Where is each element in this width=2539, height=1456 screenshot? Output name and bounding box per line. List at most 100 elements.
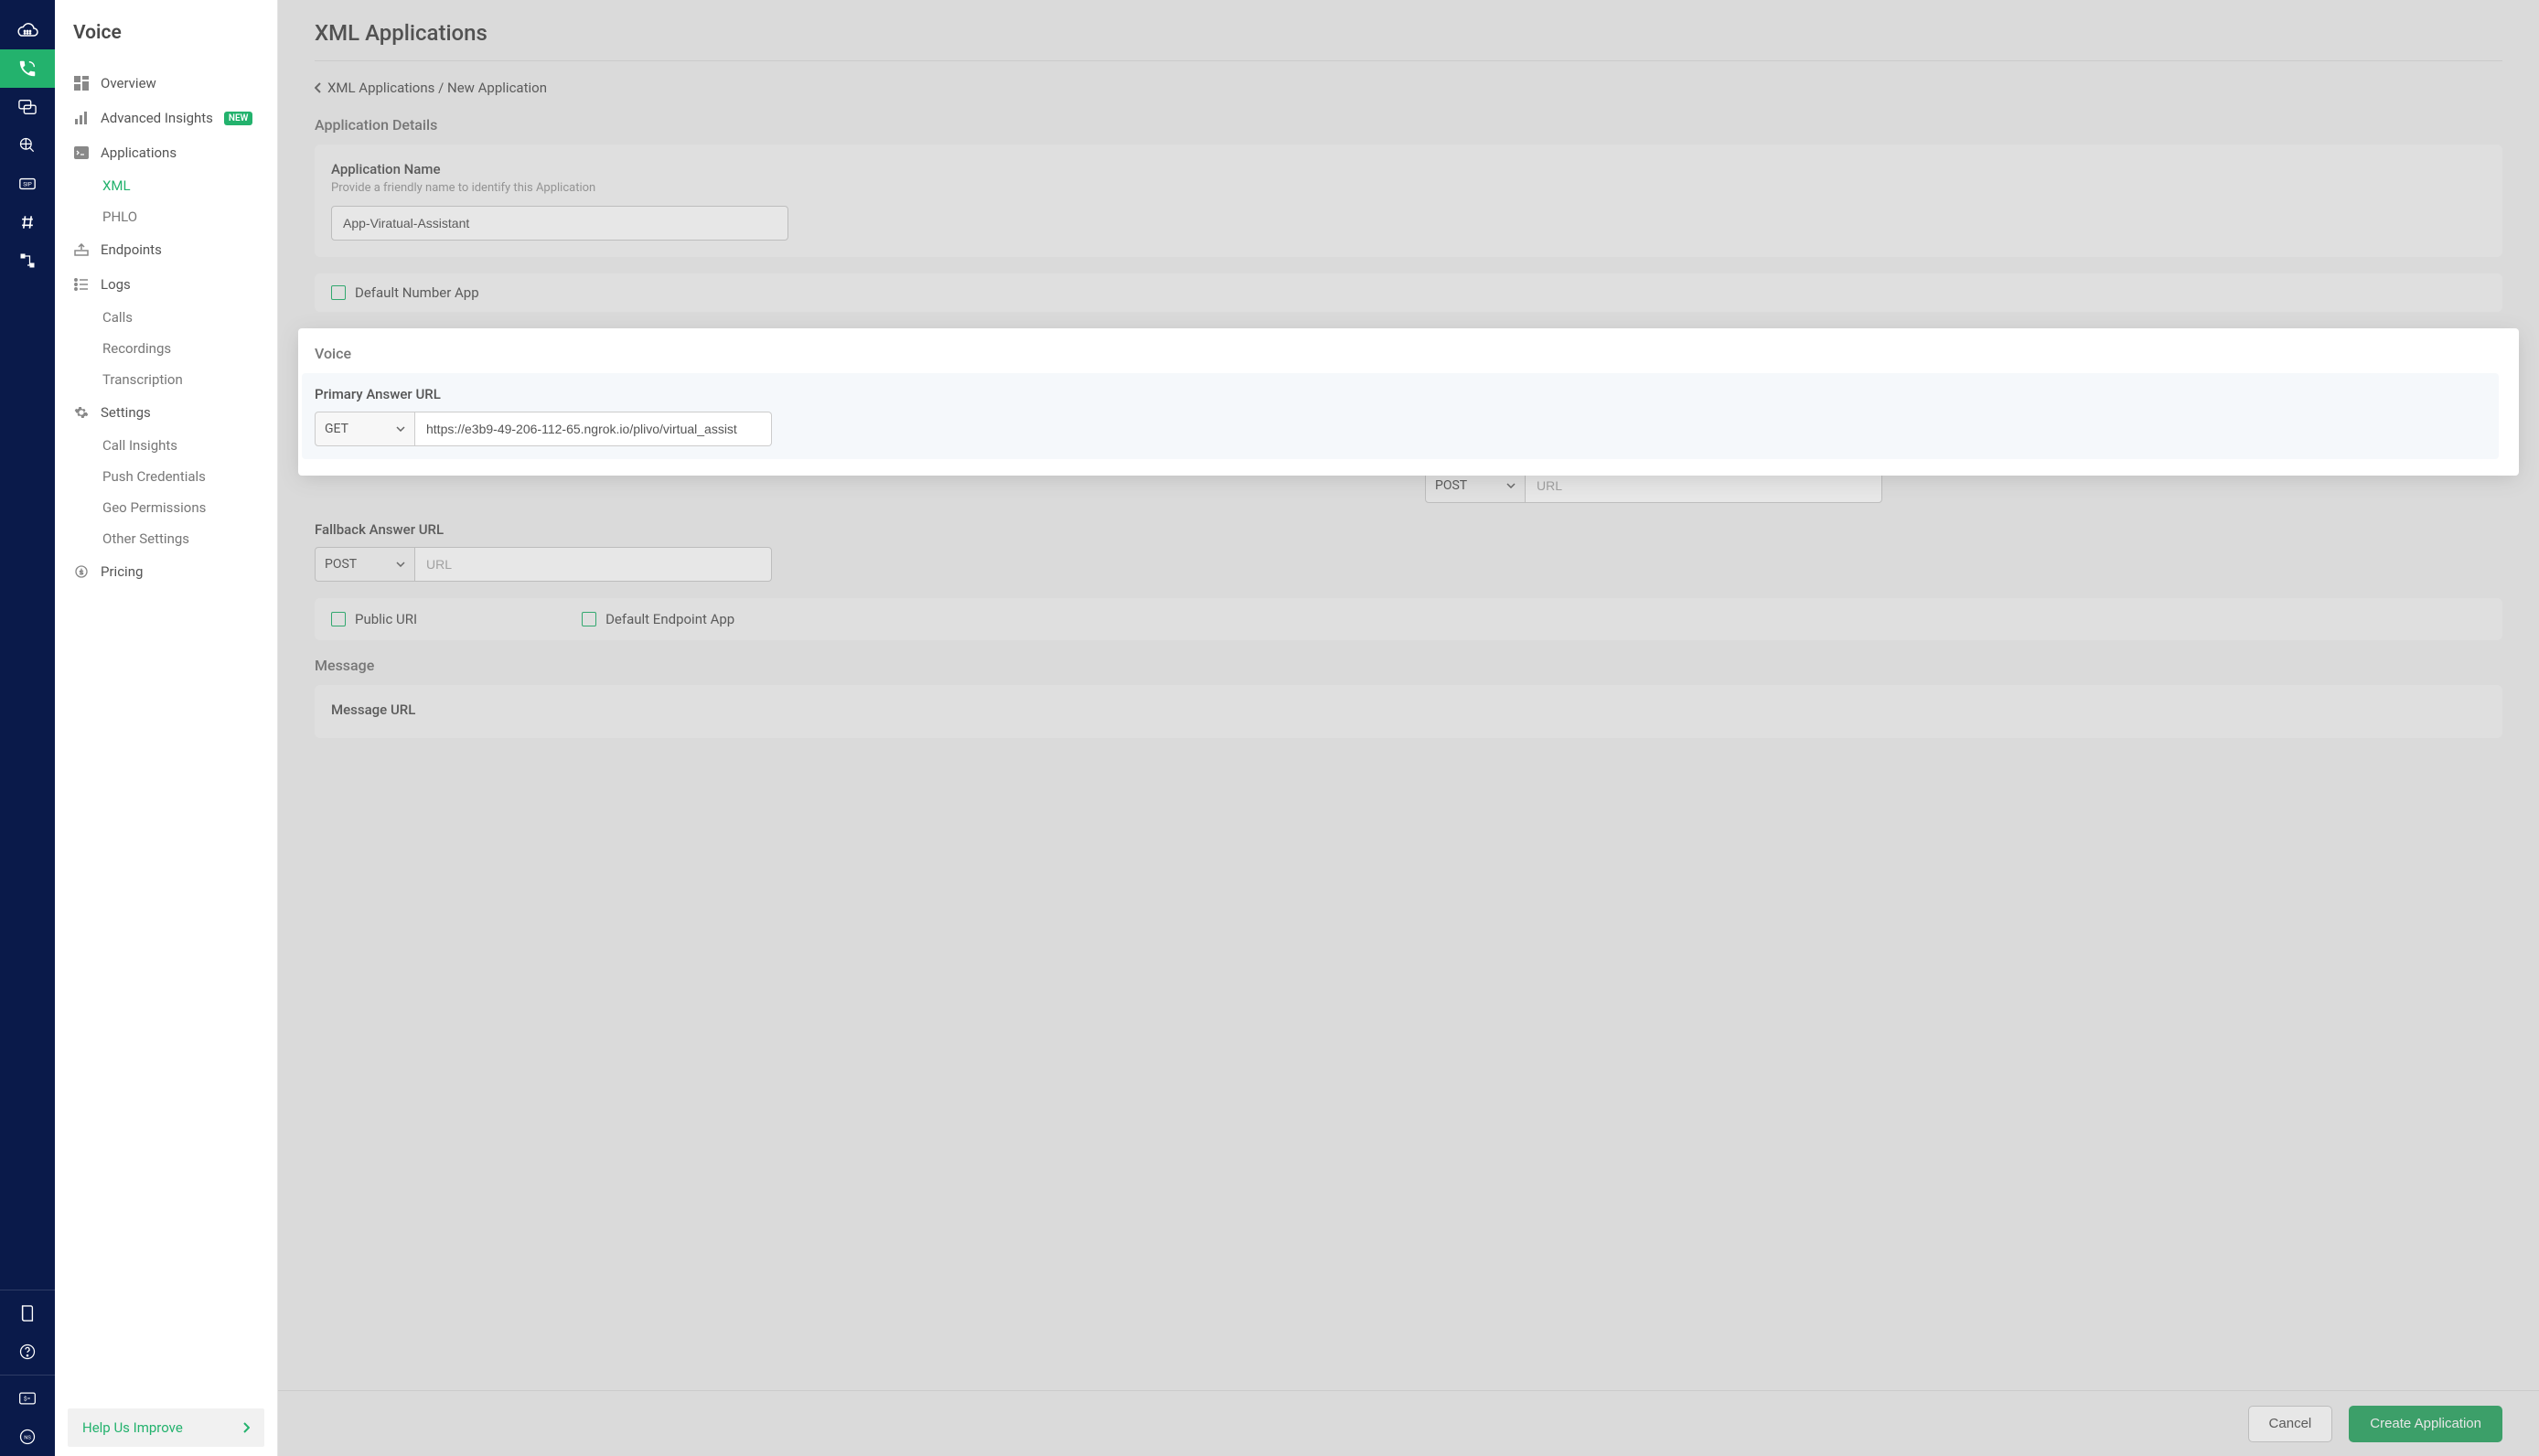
sidebar-sub-push-credentials[interactable]: Push Credentials [55,461,277,492]
svg-text:SIP: SIP [23,181,32,188]
terminal-icon [73,146,90,159]
sidebar-label: Endpoints [101,241,162,258]
panel-uri-flags: Public URI Default Endpoint App [315,598,2502,640]
breadcrumb[interactable]: XML Applications / New Application [315,61,2502,105]
main-content: XML Applications XML Applications / New … [278,0,2539,1456]
app-name-label: Application Name [331,161,2486,177]
sidebar-label: Pricing [101,563,143,580]
upload-icon [73,243,90,256]
globe-search-icon [18,136,37,155]
rail-messaging[interactable] [0,88,55,126]
fallback-method-select[interactable]: POST [315,547,415,582]
help-improve-label: Help Us Improve [82,1419,183,1436]
bar-chart-icon [73,111,90,125]
new-badge: NEW [224,112,253,125]
page-title: XML Applications [315,20,2502,61]
chevron-right-icon [242,1422,250,1433]
rail-sip[interactable]: SIP [0,165,55,203]
invoice-icon: $= [18,1391,37,1406]
dollar-icon [73,564,90,579]
public-uri-checkbox[interactable] [331,612,346,626]
sidebar-sub-call-insights[interactable]: Call Insights [55,430,277,461]
default-number-label: Default Number App [355,284,479,301]
rail-docs[interactable] [0,1294,55,1333]
rail-help[interactable] [0,1333,55,1371]
account-badge-icon: NS [18,1428,37,1446]
chevron-down-icon [396,562,405,567]
panel-app-name: Application Name Provide a friendly name… [315,145,2502,257]
rail-cloud[interactable] [0,11,55,49]
panel-default-number: Default Number App [315,273,2502,312]
default-number-checkbox[interactable] [331,285,346,300]
sidebar-sub-transcription[interactable]: Transcription [55,364,277,395]
sidebar-item-settings[interactable]: Settings [55,395,277,430]
hangup-method-value: POST [1435,478,1467,493]
app-name-input[interactable] [331,206,788,241]
section-message: Message [315,657,2502,674]
svg-text:$=: $= [24,1396,31,1403]
help-improve-button[interactable]: Help Us Improve [68,1408,264,1447]
sidebar-item-applications[interactable]: Applications [55,135,277,170]
sidebar-label: Advanced Insights [101,110,213,126]
breadcrumb-text: XML Applications / New Application [327,80,547,96]
sidebar-title: Voice [55,15,277,66]
default-endpoint-checkbox[interactable] [582,612,596,626]
chevron-down-icon [396,426,405,432]
list-icon [73,278,90,291]
create-application-button[interactable]: Create Application [2349,1406,2502,1442]
rail-billing[interactable]: $= [0,1379,55,1418]
section-voice: Voice [315,345,2486,362]
fallback-method-value: POST [325,557,357,572]
default-endpoint-label: Default Endpoint App [605,611,734,627]
sidebar-sub-other-settings[interactable]: Other Settings [55,523,277,554]
rail-account[interactable]: NS [0,1418,55,1456]
panel-message: Message URL [315,685,2502,738]
sidebar-label: Logs [101,276,131,293]
voice-highlight-panel: Voice Primary Answer URL GET [298,328,2519,476]
rail-numbers[interactable] [0,203,55,241]
sidebar-sub-recordings[interactable]: Recordings [55,333,277,364]
grid-icon [73,76,90,91]
section-app-details: Application Details [315,116,2502,134]
rail-voice[interactable] [0,49,55,88]
chevron-down-icon [1506,483,1516,488]
sidebar-sub-geo-permissions[interactable]: Geo Permissions [55,492,277,523]
footer-actions: Cancel Create Application [278,1390,2539,1456]
sidebar-item-endpoints[interactable]: Endpoints [55,232,277,267]
hash-icon [18,213,37,231]
help-icon [18,1343,37,1361]
cancel-button[interactable]: Cancel [2248,1406,2333,1442]
sidebar-label: Applications [101,145,177,161]
chat-icon [17,98,37,116]
sidebar-sub-calls[interactable]: Calls [55,302,277,333]
sidebar-item-pricing[interactable]: Pricing [55,554,277,589]
sidebar-sub-phlo[interactable]: PHLO [55,201,277,232]
sidebar-item-overview[interactable]: Overview [55,66,277,101]
message-url-label: Message URL [331,701,2486,718]
phone-icon [17,59,37,79]
sidebar-label: Settings [101,404,151,421]
svg-text:NS: NS [24,1436,31,1441]
sidebar-item-insights[interactable]: Advanced Insights NEW [55,101,277,135]
primary-method-value: GET [325,422,348,436]
fallback-url-input[interactable] [415,547,772,582]
primary-answer-block: Primary Answer URL GET [302,373,2499,459]
fallback-label: Fallback Answer URL [315,521,2502,538]
sip-icon: SIP [17,175,37,193]
cloud-grid-icon [16,21,39,39]
gear-icon [73,405,90,420]
sidebar-sub-xml[interactable]: XML [55,170,277,201]
sidebar-item-logs[interactable]: Logs [55,267,277,302]
primary-answer-label: Primary Answer URL [315,386,2486,402]
chevron-left-icon [315,82,322,93]
rail-flows[interactable] [0,241,55,280]
app-name-hint: Provide a friendly name to identify this… [331,181,2486,195]
rail-search[interactable] [0,126,55,165]
sidebar-label: Overview [101,75,156,91]
sidebar: Voice Overview Advanced Insights NEW App… [55,0,278,1456]
nav-rail: SIP $= NS [0,0,55,1456]
primary-url-input[interactable] [415,412,772,446]
public-uri-label: Public URI [355,611,417,627]
book-icon [19,1304,36,1322]
primary-method-select[interactable]: GET [315,412,415,446]
